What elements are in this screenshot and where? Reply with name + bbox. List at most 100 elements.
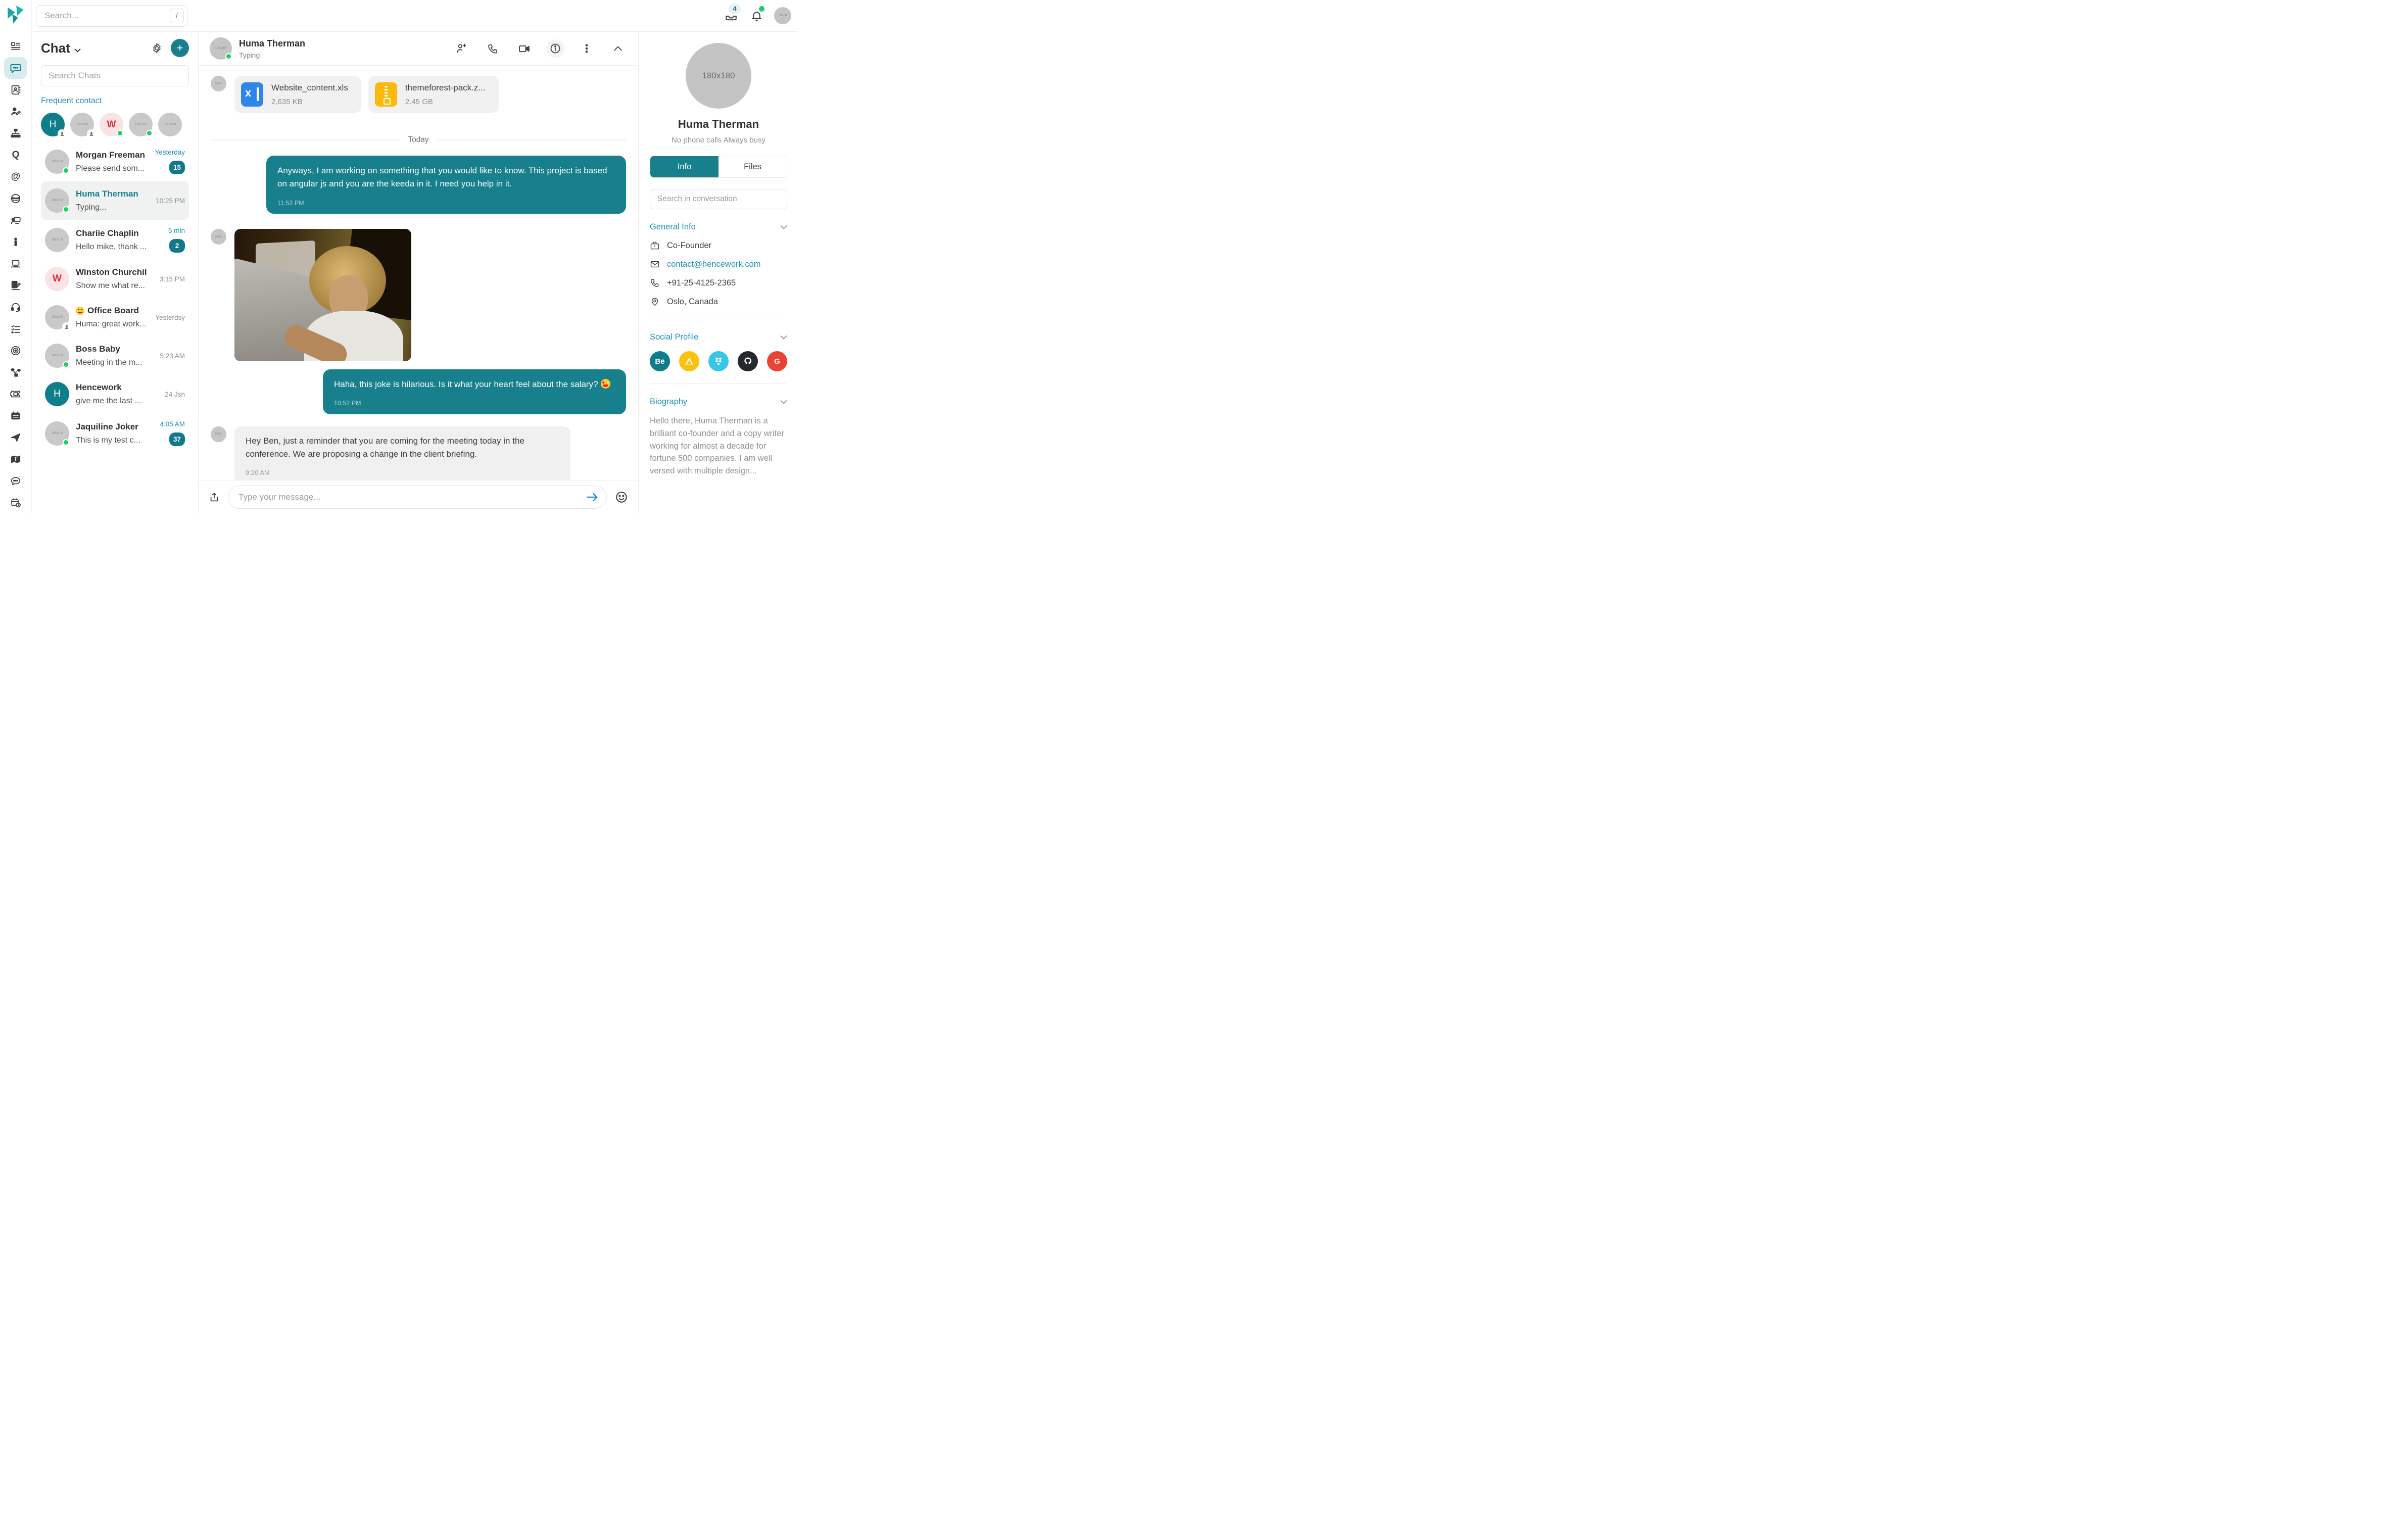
- neutral-face-emoji: [76, 307, 84, 315]
- frequent-avatar[interactable]: 100x100: [70, 113, 94, 136]
- file-size: 2.45 GB: [405, 98, 486, 106]
- kanban-icon[interactable]: [4, 35, 27, 57]
- add-user-icon[interactable]: [452, 39, 470, 58]
- social-profile-section-toggle[interactable]: Social Profile: [650, 332, 787, 342]
- file-size: 2,635 KB: [271, 98, 348, 106]
- incoming-message: Hey Ben, just a reminder that you are co…: [234, 426, 570, 480]
- collapse-chevron-icon[interactable]: [609, 39, 627, 58]
- video-call-icon[interactable]: [515, 39, 533, 58]
- chat-time: 4:05 AM: [160, 420, 185, 428]
- chat-list-item[interactable]: 100x100 Boss Baby Meeting in the m... 5:…: [41, 336, 189, 375]
- frequent-contacts: H 100x100 W 100x100: [41, 113, 189, 136]
- globe-icon[interactable]: [4, 187, 27, 209]
- frequent-contact-label: Frequent contact: [41, 97, 189, 106]
- map-icon[interactable]: [4, 448, 27, 470]
- top-bar: / 4 50x50: [32, 0, 798, 32]
- chat-name: Jaquiline Joker: [76, 422, 153, 432]
- emoji-picker-icon[interactable]: [615, 491, 628, 504]
- online-dot: [117, 130, 123, 136]
- search-conversation-input[interactable]: [650, 189, 787, 209]
- chat-list-item[interactable]: 100x100 Morgan Freeman Please send som..…: [41, 141, 189, 181]
- notifications-bell-icon[interactable]: [749, 8, 764, 23]
- dropbox-icon[interactable]: [708, 351, 729, 371]
- location-pin-icon: [650, 297, 660, 307]
- chat-list-item[interactable]: 100x100 Jaquiline Joker This is my test …: [41, 413, 189, 453]
- file-attachment-zip[interactable]: themeforest-pack.z... 2.45 GB: [368, 76, 499, 113]
- frequent-avatar[interactable]: 100x100: [129, 113, 153, 136]
- avatar: 100x100: [45, 150, 69, 174]
- divider: [650, 383, 787, 384]
- phone-item: +91-25-4125-2365: [650, 278, 787, 288]
- checklist-icon[interactable]: [4, 318, 27, 340]
- laptop-icon[interactable]: [4, 253, 27, 274]
- chat-outline-icon[interactable]: [4, 470, 27, 492]
- at-sign-icon[interactable]: @: [4, 166, 27, 187]
- calendar-clock-icon[interactable]: [4, 492, 27, 513]
- global-search-input[interactable]: [36, 5, 187, 27]
- chat-bubble-icon[interactable]: [4, 57, 27, 79]
- search-chats-input[interactable]: [41, 65, 189, 86]
- signature-icon[interactable]: [4, 274, 27, 296]
- message-input[interactable]: [228, 486, 607, 509]
- info-icon[interactable]: [4, 231, 27, 253]
- user-avatar[interactable]: 50x50: [774, 7, 791, 24]
- tab-info[interactable]: Info: [650, 156, 718, 177]
- behance-icon[interactable]: Bē: [650, 351, 670, 371]
- tab-files[interactable]: Files: [718, 156, 787, 177]
- chat-list-item[interactable]: 100x100 Chariie Chaplin Hello mike, than…: [41, 220, 189, 260]
- google-drive-icon[interactable]: [679, 351, 699, 371]
- avatar: W: [45, 267, 69, 291]
- message-time: 10:52 PM: [334, 399, 615, 408]
- chat-time: 5:23 AM: [160, 352, 185, 360]
- chat-list-panel: Chat + Frequent contact: [32, 32, 199, 513]
- google-icon[interactable]: G: [767, 351, 787, 371]
- gear-icon[interactable]: [151, 42, 163, 54]
- unread-badge: 2: [169, 239, 185, 253]
- chat-name: Hencework: [76, 382, 158, 393]
- headset-icon[interactable]: [4, 296, 27, 318]
- org-chart-icon[interactable]: [4, 122, 27, 144]
- outgoing-message: Anyways, I am working on something that …: [266, 156, 626, 214]
- chat-list-item-selected[interactable]: 100x100 Huma Therman Typing... 10:25 PM: [41, 181, 189, 220]
- chevron-down-icon: [74, 48, 81, 53]
- chat-list-item[interactable]: W Winston Churchil Show me what re... 3:…: [41, 260, 189, 298]
- biography-section-toggle[interactable]: Biography: [650, 397, 787, 407]
- chat-list-item[interactable]: 100x100 Office Board Huma: great work...…: [41, 298, 189, 336]
- unread-badge: 15: [169, 161, 185, 174]
- frequent-avatar[interactable]: 100x100: [158, 113, 182, 136]
- contact-profile-panel: 180x180 Huma Therman No phone calls Alwa…: [638, 32, 798, 513]
- conversation-name: Huma Therman: [239, 38, 305, 49]
- photo-message[interactable]: [234, 229, 411, 361]
- screen-share-icon[interactable]: [4, 209, 27, 231]
- ticket-icon[interactable]: [4, 383, 27, 405]
- voice-call-icon[interactable]: [484, 39, 502, 58]
- online-dot: [63, 439, 69, 446]
- target-icon[interactable]: [4, 340, 27, 361]
- frequent-avatar[interactable]: W: [100, 113, 123, 136]
- send-message-icon[interactable]: [586, 491, 599, 504]
- email-link[interactable]: contact@hencework.com: [667, 260, 761, 269]
- file-message: 50x50 Website_content.xls 2,635 KB theme…: [211, 76, 626, 113]
- github-icon[interactable]: [738, 351, 758, 371]
- inbox-icon[interactable]: 4: [724, 8, 739, 23]
- user-edit-icon[interactable]: [4, 101, 27, 122]
- share-upload-icon[interactable]: [209, 491, 220, 503]
- online-dot: [63, 167, 69, 174]
- chat-preview: Show me what re...: [76, 281, 153, 291]
- chat-preview: Meeting in the m...: [76, 358, 153, 367]
- day-divider: Today: [211, 135, 626, 145]
- paper-plane-icon[interactable]: [4, 426, 27, 448]
- chat-list-item[interactable]: H Hencework give me the last ... 24 Jsn: [41, 375, 189, 413]
- file-attachment-excel[interactable]: Website_content.xls 2,635 KB: [234, 76, 361, 113]
- frequent-avatar[interactable]: H: [41, 113, 65, 136]
- info-circle-icon[interactable]: [546, 39, 564, 58]
- q-letter-icon[interactable]: Q: [4, 144, 27, 166]
- chat-section-dropdown[interactable]: Chat: [41, 40, 81, 56]
- person-badge-icon: [62, 322, 71, 331]
- kebab-menu-icon[interactable]: [578, 39, 596, 58]
- new-chat-button[interactable]: +: [171, 39, 189, 57]
- calendar-icon[interactable]: [4, 405, 27, 426]
- general-info-section-toggle[interactable]: General Info: [650, 222, 787, 232]
- flowchart-icon[interactable]: [4, 361, 27, 383]
- contact-book-icon[interactable]: [4, 79, 27, 101]
